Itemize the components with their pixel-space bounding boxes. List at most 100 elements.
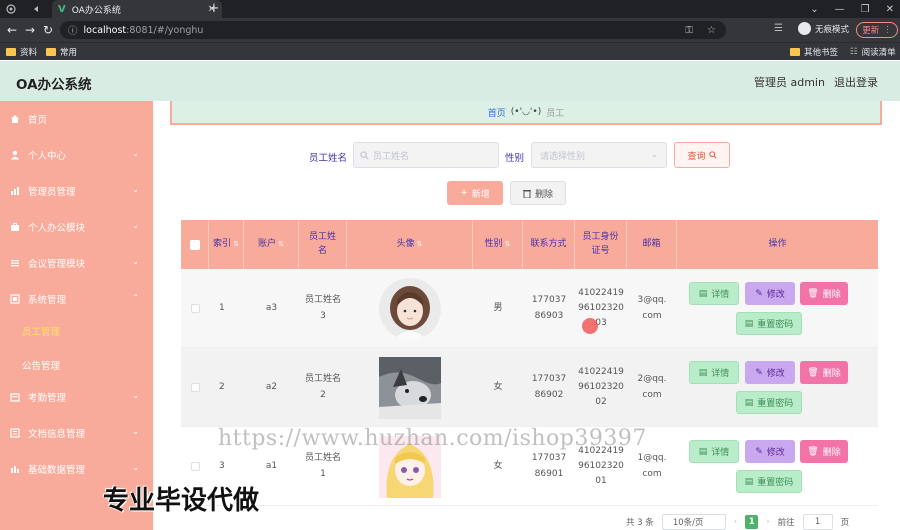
address-bar[interactable]: ⓘ localhost:8081/#/yonghu ⚿ ☆ (60, 21, 726, 39)
add-label: 新增 (471, 189, 490, 200)
reset-password-button[interactable]: ▤ 重置密码 (736, 470, 802, 493)
detail-button[interactable]: ▤ 详情 (689, 282, 739, 305)
employee-name-input[interactable]: 员工姓名 (353, 142, 499, 168)
mouse-cursor-highlight (582, 318, 598, 334)
cell-gender: 男 (493, 302, 503, 313)
column-header-name[interactable]: 员工姓名 (299, 220, 347, 269)
other-bookmarks[interactable]: 其他书签 (790, 46, 838, 58)
detail-button[interactable]: ▤ 详情 (689, 440, 739, 463)
edit-icon: ✎ (755, 288, 763, 299)
page-number-current[interactable]: 1 (745, 515, 759, 529)
info-icon[interactable]: ⓘ (68, 23, 78, 37)
sort-icon[interactable]: ⇅ (233, 239, 239, 250)
reading-list-icon[interactable]: ☰ (774, 23, 783, 34)
batch-delete-button[interactable]: 删除 (510, 181, 566, 205)
sort-icon[interactable]: ⇅ (505, 239, 511, 250)
chevron-down-icon: ⌄ (650, 150, 658, 160)
new-tab-button[interactable]: + (206, 0, 222, 18)
sidebar-item-personal-center[interactable]: 个人中心 ⌄ (0, 137, 153, 173)
chevron-down-icon: ⌄ (132, 427, 139, 436)
chevron-down-icon[interactable]: ⌄ (810, 4, 818, 15)
column-header-email[interactable]: 邮箱 (627, 220, 677, 269)
avatar-image-girl[interactable] (379, 277, 441, 340)
sort-icon[interactable]: ⇅ (278, 239, 284, 250)
sort-icon[interactable]: ⇅ (417, 239, 423, 250)
breadcrumb-home[interactable]: 首页 (488, 106, 506, 119)
minimize-icon[interactable]: — (835, 4, 845, 15)
edit-button[interactable]: ✎ 修改 (745, 282, 795, 305)
column-header-phone[interactable]: 联系方式 (523, 220, 575, 269)
sidebar-item-label: 会议管理模块 (28, 259, 86, 270)
sidebar-item-meeting-management[interactable]: 会议管理模块 ⌄ (0, 245, 153, 281)
column-header-id-card[interactable]: 员工身份证号 (575, 220, 627, 269)
sidebar-item-attendance-management[interactable]: 考勤管理 ⌄ (0, 379, 153, 415)
main-content: 首页 (•'◡'•) 员工 员工姓名 员工姓名 性别 请选择性别 ⌄ 查询 + … (153, 101, 900, 530)
bookmark-folder-1[interactable]: 资料 (6, 46, 37, 58)
close-window-icon[interactable]: ✕ (886, 4, 894, 15)
sidebar-item-personal-office[interactable]: 个人办公模块 ⌄ (0, 209, 153, 245)
row-checkbox[interactable] (190, 462, 200, 471)
edit-icon: ✎ (755, 446, 763, 457)
delete-button[interactable]: 🗑 删除 (800, 440, 848, 463)
cell-email: 2@qq.com (637, 374, 667, 400)
window-controls: ⌄ — ❐ ✕ (810, 0, 894, 18)
prev-page-icon[interactable]: ‹ (734, 517, 737, 527)
document-icon: ▤ (698, 288, 708, 299)
sidebar-subitem-notice-management[interactable]: 公告管理 (0, 348, 153, 382)
breadcrumb-current: 员工 (546, 108, 565, 119)
url-host: localhost (83, 24, 127, 36)
row-checkbox[interactable] (190, 383, 200, 392)
browser-tab-active[interactable]: V OA办公系统 ✕ (52, 0, 222, 18)
reset-password-button[interactable]: ▤ 重置密码 (736, 312, 802, 335)
avatar-image-dog[interactable] (379, 356, 441, 419)
sidebar-item-admin-management[interactable]: 管理员管理 ⌄ (0, 173, 153, 209)
forward-icon[interactable]: → (22, 22, 38, 38)
sidebar-item-document-management[interactable]: 文档信息管理 ⌄ (0, 415, 153, 451)
gender-select[interactable]: 请选择性别 ⌄ (531, 142, 667, 168)
browser-menu-icon[interactable] (2, 2, 20, 16)
reload-icon[interactable]: ↻ (40, 22, 56, 38)
column-header-account[interactable]: 账户 ⇅ (244, 220, 299, 269)
edit-button[interactable]: ✎ 修改 (745, 361, 795, 384)
maximize-icon[interactable]: ❐ (861, 4, 870, 15)
bookmark-folder-2[interactable]: 常用 (46, 46, 77, 58)
next-page-icon[interactable]: › (766, 517, 769, 527)
select-all-checkbox[interactable] (189, 239, 200, 250)
reset-password-button[interactable]: ▤ 重置密码 (736, 391, 802, 414)
add-button[interactable]: + 新增 (447, 181, 503, 205)
edit-button[interactable]: ✎ 修改 (745, 440, 795, 463)
tab-back-icon[interactable] (28, 2, 46, 16)
pagination: 共 3 条 10条/页 ‹ 1 › 前往 1 页 (626, 514, 849, 530)
query-button[interactable]: 查询 (674, 142, 730, 168)
pagination-total: 共 3 条 (626, 518, 654, 528)
reading-list[interactable]: ☷ 阅读清单 (850, 46, 896, 58)
goto-page-input[interactable]: 1 (802, 514, 833, 530)
delete-button[interactable]: 🗑 删除 (800, 282, 848, 305)
row-checkbox-cell[interactable] (181, 348, 209, 427)
row-checkbox-cell[interactable] (181, 269, 209, 348)
logout-link[interactable]: 退出登录 (834, 74, 878, 90)
column-header-index[interactable]: 索引 ⇅ (209, 220, 244, 269)
bookmark-star-icon[interactable]: ☆ (707, 25, 716, 36)
sidebar-item-home[interactable]: 首页 (0, 101, 153, 137)
breadcrumb: 首页 (•'◡'•) 员工 (170, 101, 882, 125)
delete-button[interactable]: 🗑 删除 (800, 361, 848, 384)
incognito-indicator[interactable]: 无痕模式 (798, 22, 849, 35)
back-icon[interactable]: ← (4, 22, 20, 38)
column-header-gender[interactable]: 性别 ⇅ (473, 220, 523, 269)
column-header-avatar[interactable]: 头像 ⇅ (347, 220, 473, 269)
sidebar-item-system-management[interactable]: 系统管理 ⌃ (0, 281, 153, 317)
detail-button[interactable]: ▤ 详情 (689, 361, 739, 384)
row-checkbox[interactable] (190, 304, 200, 313)
update-button[interactable]: 更新 ⋮ (856, 22, 898, 38)
sidebar-item-label: 基础数据管理 (28, 465, 86, 476)
chevron-down-icon: ⌄ (132, 257, 139, 266)
sidebar-item-label: 考勤管理 (28, 393, 67, 404)
sidebar-subitem-employee-management[interactable]: 员工管理 (0, 314, 153, 348)
employee-name-placeholder: 员工姓名 (373, 151, 410, 162)
page-size-select[interactable]: 10条/页 (661, 514, 726, 530)
page-suffix: 页 (840, 518, 850, 528)
list-icon (10, 258, 20, 268)
key-icon[interactable]: ⚿ (685, 25, 693, 36)
select-all-cell[interactable] (181, 220, 209, 269)
